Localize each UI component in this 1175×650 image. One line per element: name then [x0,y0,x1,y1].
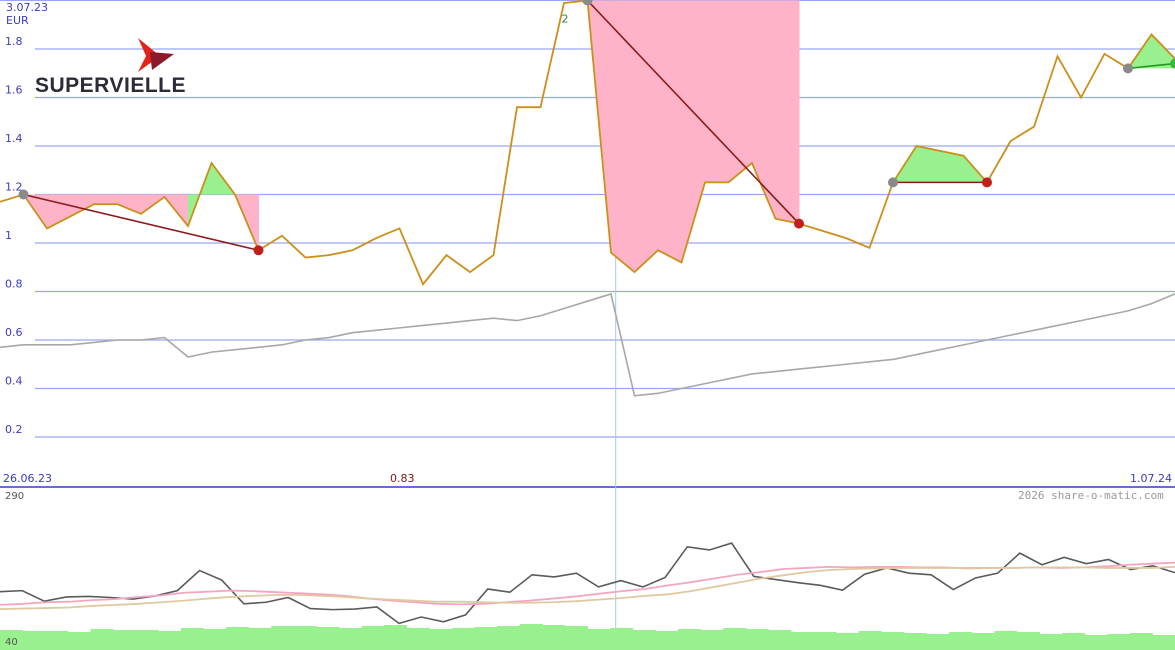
ytick-label-0.4: 0.4 [5,375,23,388]
volume-bar-20 [451,628,476,650]
lower-ytick-label-40: 40 [5,637,18,648]
trade-label-1: 2 [562,13,569,26]
trade-exit-marker-0 [253,245,264,256]
header-date: 3.07.23 [6,1,48,14]
volume-bar-8 [180,628,204,650]
volume-bar-15 [338,628,363,650]
volume-bar-29 [655,631,679,650]
trade-fill-1-3 [658,0,682,263]
volume-bar-25 [564,626,588,650]
volume-bar-44 [994,631,1018,650]
volume-bar-26 [587,629,611,650]
volume-bar-14 [316,627,340,650]
trade-exit-marker-2 [982,177,992,188]
volume-bar-13 [293,626,317,650]
volume-bar-16 [361,626,385,650]
grid [0,0,1175,650]
volume-bar-19 [429,629,453,650]
trade-fill-0-4 [117,194,141,214]
lower-ytick-label-290: 290 [5,491,24,502]
volume-bar-40 [903,633,927,650]
ytick-label-1.6: 1.6 [5,84,23,97]
moving-average-line [0,292,1175,397]
volume-bar-42 [949,632,973,650]
volume-bar-17 [384,625,408,650]
ytick-label-1.8: 1.8 [5,35,23,48]
volume-bar-23 [519,624,543,650]
volume-bar-41 [926,634,950,650]
volume-bar-47 [1062,633,1086,650]
volume-bar-35 [790,632,814,650]
ytick-label-0.8: 0.8 [5,278,23,291]
footer-end-date: 1.07.24 [1130,472,1172,485]
volume-bar-38 [858,631,882,650]
volume-bar-48 [1084,635,1108,650]
trade-fill-1-6 [728,0,752,183]
trade-fill-2-1 [916,146,940,183]
logo-swoosh-dark [150,52,174,70]
volume-bar-1 [22,631,46,650]
volume-bar-11 [248,628,272,650]
trade-fill-1-8 [775,0,799,224]
volume-bar-46 [1039,634,1063,650]
ytick-label-1.2: 1.2 [5,181,23,194]
trade-fill-1-2 [634,0,658,273]
trade-entry-marker-3 [1123,63,1133,74]
trade-exit-marker-1 [794,218,804,229]
lower-panel [0,542,1175,650]
lower-series-average-1 [0,561,1175,606]
volume-bar-31 [700,630,724,650]
trade-fill-0-3 [94,194,118,205]
chart-canvas: 2 3.07.23 EUR 26.06.23 0.83 1.07.24 2026… [0,0,1175,650]
lower-series-oscillator [0,542,1175,625]
volume-bar-4 [90,629,114,650]
volume-bar-28 [632,630,656,650]
ytick-label-0.6: 0.6 [5,326,23,339]
volume-bar-3 [67,632,91,650]
volume-bar-22 [497,626,521,650]
header-currency: EUR [6,14,29,27]
volume-bar-39 [881,632,905,650]
volume-bar-2 [45,631,69,650]
company-logo: SUPERVIELLE [35,38,186,97]
footer-mid-value: 0.83 [390,472,415,485]
volume-bar-30 [677,629,701,650]
volume-bar-34 [768,630,792,650]
logo-text: SUPERVIELLE [35,74,186,97]
volume-bar-33 [745,629,769,650]
volume-bar-45 [1016,632,1040,650]
volume-bar-21 [474,627,498,650]
footer-start-date: 26.06.23 [3,472,52,485]
volume-bar-24 [542,625,566,650]
volume-bar-12 [271,626,295,650]
volume-bar-18 [406,628,430,650]
volume-bar-36 [813,632,837,650]
volume-bar-7 [158,631,182,650]
copyright-notice: 2026 share-o-matic.com [1018,489,1164,502]
volume-bar-50 [1129,633,1153,650]
trade-entry-marker-2 [888,177,898,188]
price-line [0,0,1175,286]
volume-bar-37 [836,633,860,650]
volume-bar-27 [610,628,634,650]
volume-bar-32 [723,628,747,650]
volume-bar-9 [203,629,227,650]
ytick-label-1.4: 1.4 [5,132,23,145]
trade-fill-1-5 [705,0,729,183]
volume-bar-10 [225,627,250,650]
volume-bar-51 [1152,635,1175,650]
volume-bar-43 [971,633,995,650]
volume-bar-6 [135,630,159,650]
volume-bar-5 [112,630,137,650]
chart-stage: 2 3.07.23 EUR 26.06.23 0.83 1.07.24 2026… [0,0,1175,650]
ytick-label-0.2: 0.2 [5,423,23,436]
ytick-label-1: 1 [5,229,12,242]
trade-fill-1-1 [611,0,635,273]
volume-bar-49 [1107,634,1131,650]
